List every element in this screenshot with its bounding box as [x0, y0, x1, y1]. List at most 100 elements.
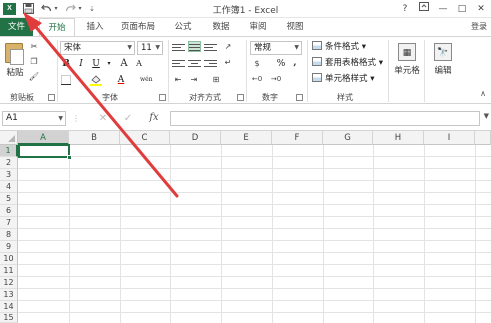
close-button[interactable]: ✕ [473, 2, 489, 16]
tab-insert[interactable]: 插入 [80, 18, 110, 36]
wrap-text-icon[interactable]: ↵ [222, 57, 234, 68]
font-size-combo[interactable]: 11 ▼ [137, 41, 163, 55]
tab-page-layout[interactable]: 页面布局 [115, 18, 161, 36]
copy-icon[interactable]: ❐ [28, 56, 40, 67]
align-right-icon[interactable] [204, 58, 217, 69]
tab-formulas[interactable]: 公式 [168, 18, 198, 36]
insert-function-icon[interactable]: fx [146, 112, 162, 123]
minimize-button[interactable]: — [435, 2, 451, 16]
column-header[interactable]: I [424, 131, 475, 145]
align-bottom-icon[interactable] [204, 42, 217, 53]
decrease-indent-icon[interactable]: ⇤ [172, 74, 184, 85]
cells-button[interactable]: ▦ 单元格 [390, 41, 424, 91]
align-center-icon[interactable] [188, 58, 201, 69]
tab-home[interactable]: 开始 [39, 18, 75, 37]
column-header[interactable]: G [323, 131, 373, 145]
conditional-formatting-button[interactable]: 条件格式 ▾ [312, 41, 366, 54]
column-header[interactable]: H [373, 131, 424, 145]
group-separator [57, 40, 58, 102]
increase-indent-icon[interactable]: ⇥ [188, 74, 200, 85]
column-header[interactable]: C [120, 131, 170, 145]
border-icon[interactable] [60, 75, 72, 86]
row-header[interactable]: 13 [0, 289, 18, 301]
ribbon-display-options-icon[interactable] [416, 2, 432, 16]
expand-formula-bar-icon[interactable]: ▼ [484, 112, 489, 120]
comma-style-button[interactable]: , [289, 57, 301, 69]
number-format-combo[interactable]: 常规 ▼ [250, 41, 302, 55]
conditional-formatting-icon [312, 41, 322, 50]
orientation-icon[interactable]: ↗ [222, 41, 234, 52]
formula-input[interactable] [170, 111, 480, 126]
column-header[interactable]: D [170, 131, 221, 145]
font-color-button[interactable]: A [115, 74, 127, 86]
row-header[interactable]: 3 [0, 169, 18, 181]
row-header[interactable]: 9 [0, 241, 18, 253]
group-separator [388, 40, 389, 102]
phonetic-guide-button[interactable]: wén [140, 74, 153, 86]
row-header[interactable]: 11 [0, 265, 18, 277]
fill-color-icon[interactable] [90, 75, 102, 86]
sign-in-link[interactable]: 登录 [471, 18, 487, 36]
maximize-button[interactable]: □ [454, 2, 470, 16]
collapse-ribbon-icon[interactable]: ∧ [480, 89, 486, 98]
column-header[interactable]: B [69, 131, 120, 145]
row-header[interactable]: 14 [0, 301, 18, 313]
row-header[interactable]: 2 [0, 157, 18, 169]
tab-file[interactable]: 文件 [0, 18, 33, 36]
align-top-icon[interactable] [172, 42, 185, 53]
tab-view[interactable]: 视图 [280, 18, 310, 36]
group-separator [246, 40, 247, 102]
row-header[interactable]: 5 [0, 193, 18, 205]
clipboard-launcher-icon[interactable] [48, 94, 55, 101]
column-header[interactable]: A [18, 131, 69, 145]
row-header[interactable]: 8 [0, 229, 18, 241]
select-all-button[interactable] [0, 131, 18, 145]
format-as-table-button[interactable]: 套用表格格式 ▾ [312, 57, 383, 70]
editing-button[interactable]: 🔭 编辑 [426, 41, 460, 91]
row-header[interactable]: 6 [0, 205, 18, 217]
name-box[interactable]: A1 ▼ [2, 111, 66, 126]
number-group-label: 数字 [262, 93, 278, 102]
cancel-icon[interactable]: ✕ [97, 113, 109, 124]
font-name-combo[interactable]: 宋体 ▼ [60, 41, 135, 55]
column-header[interactable]: E [221, 131, 272, 145]
row-header[interactable]: 15 [0, 313, 18, 323]
bold-button[interactable]: B [60, 58, 72, 70]
gridline [18, 192, 491, 193]
percent-style-button[interactable]: % [275, 58, 287, 70]
active-cell[interactable] [18, 144, 70, 158]
cut-icon[interactable]: ✂ [28, 41, 40, 52]
worksheet-grid[interactable]: A B C D E F G H I 1 2 3 4 5 6 7 8 9 10 1… [0, 131, 491, 323]
underline-dropdown-icon[interactable]: ▾ [103, 58, 115, 70]
underline-button[interactable]: U [90, 58, 102, 70]
font-shrink-button[interactable]: A [133, 58, 145, 70]
row-header[interactable]: 10 [0, 253, 18, 265]
increase-decimal-icon[interactable]: ←0 [251, 74, 263, 85]
tab-data[interactable]: 数据 [206, 18, 236, 36]
row-header[interactable]: 12 [0, 277, 18, 289]
format-painter-icon[interactable]: 🖌 [28, 71, 40, 82]
decrease-decimal-icon[interactable]: →0 [270, 74, 282, 85]
number-launcher-icon[interactable] [296, 94, 303, 101]
align-middle-icon[interactable] [188, 41, 201, 52]
alignment-launcher-icon[interactable] [237, 94, 244, 101]
merge-center-icon[interactable]: ⊞ [210, 74, 222, 85]
font-grow-button[interactable]: A [118, 58, 130, 70]
column-header[interactable] [475, 131, 491, 145]
tab-review[interactable]: 审阅 [243, 18, 273, 36]
italic-button[interactable]: I [75, 58, 87, 70]
font-launcher-icon[interactable] [159, 94, 166, 101]
help-button[interactable]: ? [397, 2, 413, 16]
align-left-icon[interactable] [172, 58, 185, 69]
row-header[interactable]: 7 [0, 217, 18, 229]
paste-icon [5, 43, 24, 65]
row-header[interactable]: 1 [0, 145, 18, 157]
chevron-down-icon: ▼ [294, 44, 299, 51]
row-header[interactable]: 4 [0, 181, 18, 193]
fill-handle[interactable] [67, 155, 72, 160]
column-header[interactable]: F [272, 131, 323, 145]
accounting-format-icon[interactable]: $ [251, 58, 263, 69]
enter-icon[interactable]: ✓ [122, 113, 134, 124]
cells-icon: ▦ [398, 43, 416, 61]
cell-styles-button[interactable]: 单元格样式 ▾ [312, 73, 374, 86]
